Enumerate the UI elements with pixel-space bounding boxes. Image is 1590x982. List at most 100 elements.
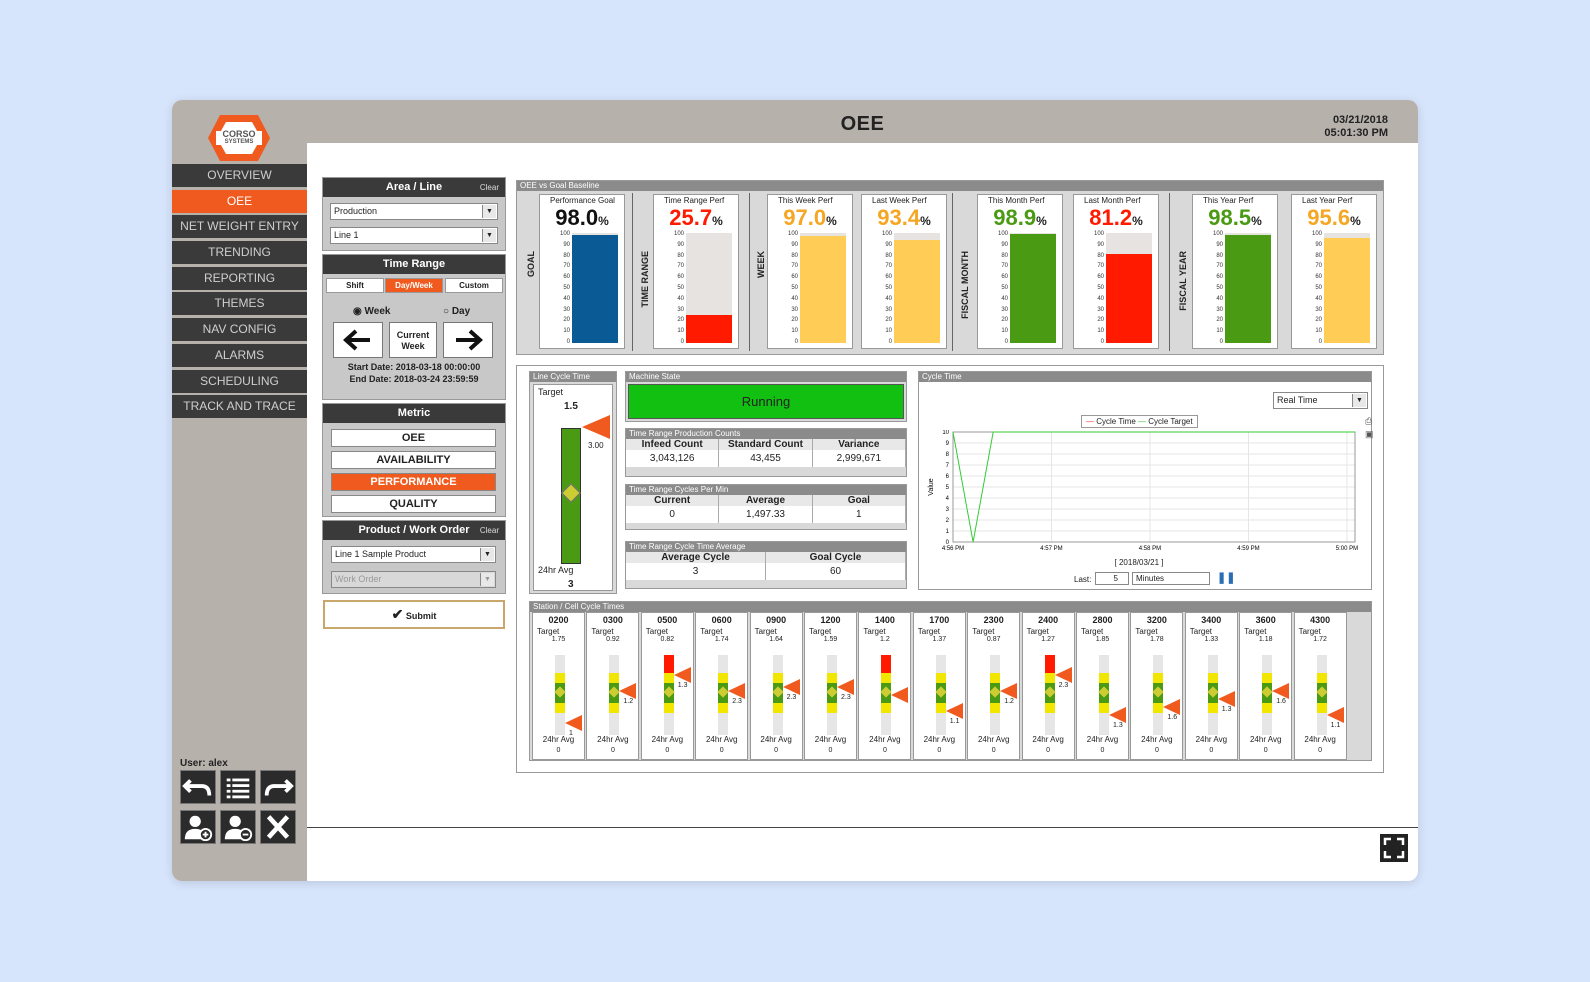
goal-card: This Year Perf 98.5% 100 90 80 70 60 50 40 30 20 10… [1192,194,1278,349]
station-code: 0900 [766,615,787,625]
tick-label: 20 [1315,317,1322,324]
date-text: 03/21/2018 [1332,114,1388,126]
tick-label: 10 [1097,328,1104,335]
add-user-button[interactable] [180,810,216,844]
nav-item-track-and-trace[interactable]: TRACK AND TRACE [172,395,307,419]
target-label: Target [1298,627,1321,636]
metric-quality-button[interactable]: QUALITY [331,495,496,513]
goal-card: Performance Goal 98.0% 100 90 80 70 60 50 40 30 20… [539,194,625,349]
area-select[interactable]: Production ▼ [330,203,498,220]
target-label: Target [1081,627,1104,636]
marker-value: 1.3 [1221,706,1232,713]
nav-item-oee[interactable]: OEE [172,189,307,213]
group-label: TIME RANGE [640,251,650,308]
redo-button[interactable] [260,770,296,804]
product-select[interactable]: Line 1 Sample Product ▼ [331,546,496,563]
nav-item-themes[interactable]: THEMES [172,292,307,316]
machine-state-section: Machine State Running [625,371,907,422]
marker-value: 2.3 [786,694,797,701]
nav-item-net-weight-entry[interactable]: NET WEIGHT ENTRY [172,215,307,239]
tick-label: 60 [677,274,684,281]
machine-state-header: Machine State [626,372,906,382]
station-track [554,655,566,735]
avg-label: 24hr Avg [1086,735,1119,744]
card-label: This Year Perf [1203,196,1254,205]
card-bar-fill [686,314,732,343]
variance: 2,999,671 [813,450,906,467]
list-button[interactable] [220,770,256,804]
y-tick-label: 10 [942,430,949,436]
chevron-down-icon: ▼ [480,573,494,586]
print-icon[interactable]: ⎙ [1365,416,1372,427]
card-bar [1010,233,1056,343]
submit-button[interactable]: ✔ Submit [323,600,505,629]
col-header: Average Cycle [626,552,766,563]
pause-icon[interactable]: ❚❚ [1217,571,1235,584]
tick-label: 100 [1311,231,1322,237]
metric-panel: Metric OEE AVAILABILITY PERFORMANCE QUAL… [322,403,506,517]
day-radio[interactable]: ○ Day [443,306,470,317]
tick-label: 70 [1315,263,1322,270]
tick-label: 100 [881,231,892,237]
card-ticks: 100 90 80 70 60 50 40 30 20 10 0 [1308,231,1322,345]
line-select[interactable]: Line 1 ▼ [330,227,498,244]
remove-user-button[interactable] [220,810,256,844]
legend-cycle-target: Cycle Target [1148,417,1193,426]
close-icon[interactable] [260,810,296,844]
save-icon[interactable]: ▣ [1365,429,1374,440]
nav-item-scheduling[interactable]: SCHEDULING [172,369,307,393]
area-clear-button[interactable]: Clear [480,178,499,197]
previous-week-button[interactable] [333,322,383,358]
current-value: 0 [626,506,720,523]
station-card: 0900 Target 1.64 2.3 24hr Avg 0 [749,612,803,760]
avg-value: 0 [1100,747,1105,754]
product-clear-button[interactable]: Clear [480,521,499,540]
area-line-panel: Area / Line Clear Production ▼ Line 1 ▼ [322,177,506,251]
station-card: 3600 Target 1.18 1.6 24hr Avg 0 [1239,612,1293,760]
nav-item-trending[interactable]: TRENDING [172,241,307,265]
next-week-button[interactable] [443,322,493,358]
week-radio[interactable]: ◉ Week [353,306,390,317]
nav-item-overview[interactable]: OVERVIEW [172,164,307,187]
tick-label: 90 [677,241,684,248]
group-label: FISCAL MONTH [960,251,970,319]
current-week-button[interactable]: Current Week [389,322,437,358]
nav-item-alarms[interactable]: ALARMS [172,343,307,367]
percent-sign: % [1251,214,1262,228]
tab-shift[interactable]: Shift [326,278,384,293]
last-count-stepper[interactable]: 5 [1095,572,1129,585]
unit-select[interactable]: Minutes [1132,572,1210,585]
work-order-select[interactable]: Work Order ▼ [331,571,496,588]
nav-item-nav-config[interactable]: NAV CONFIG [172,318,307,342]
fullscreen-icon[interactable] [1380,834,1408,862]
nav-item-reporting[interactable]: REPORTING [172,266,307,290]
chart-mode-select[interactable]: Real Time ▼ [1273,392,1368,409]
target-label: Target [809,627,832,636]
avg-label: 24hr Avg [1195,735,1228,744]
tab-day-week[interactable]: Day/Week [385,278,443,293]
card-value-number: 93.4 [877,205,921,230]
avg-label: 24hr Avg [705,735,738,744]
card-label: This Month Perf [988,196,1045,205]
undo-button[interactable] [180,770,216,804]
time-range-panel: Time Range Shift Day/Week Custom ◉ Week … [322,254,506,400]
tick-label: 80 [1216,252,1223,259]
station-card: 0500 Target 0.82 1.3 24hr Avg 0 [640,612,694,760]
group-divider [952,193,953,351]
station-code: 1700 [929,615,950,625]
tick-label: 100 [1093,231,1104,237]
y-tick-label: 7 [946,463,950,469]
production-counts-headers: Infeed Count Standard Count Variance [626,439,906,450]
metric-performance-button[interactable]: PERFORMANCE [331,473,496,491]
metric-availability-button[interactable]: AVAILABILITY [331,451,496,469]
avg-value: 0 [556,747,561,754]
percent-sign: % [920,214,931,228]
tab-custom[interactable]: Custom [445,278,503,293]
col-header: Average [719,495,813,506]
metric-oee-button[interactable]: OEE [331,429,496,447]
station-track [989,655,1001,735]
day-label: Day [451,306,471,317]
card-value-number: 81.2 [1089,205,1133,230]
tick-label: 10 [677,328,684,335]
target-value: 0.92 [606,636,620,643]
